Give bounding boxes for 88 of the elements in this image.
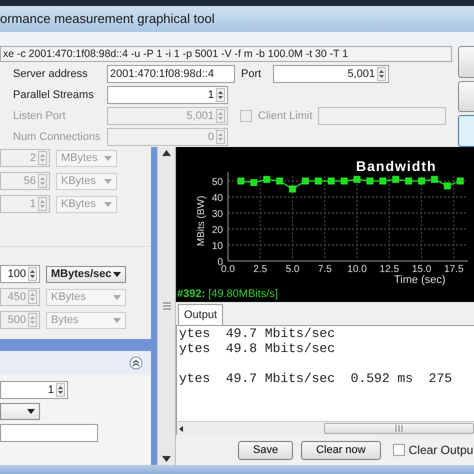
tick-label: 12.5 [380,264,400,275]
scroll-up-icon [162,150,171,156]
save-button[interactable]: Save [238,440,294,460]
grip-icon [395,425,403,432]
caret-icon [104,156,112,160]
tick-label: 40 [212,193,223,204]
caret-icon [27,409,35,414]
tick-label: 10 [212,241,223,252]
caret-icon [104,202,112,206]
output-line: ytes 49.8 Mbits/sec [178,341,336,356]
tick-label: 5.0 [286,264,300,275]
data-point [444,182,451,190]
axis-title: Time (sec) [394,274,446,286]
data-point [340,178,348,184]
field-label: Port [241,66,262,82]
data-point [237,178,244,184]
tick-label: 10.0 [347,264,367,275]
tick-label: 0 [217,257,223,268]
tick-label: 20 [212,225,223,236]
spin-arrows-icon [377,67,386,81]
data-point [328,178,335,184]
text-field[interactable] [318,107,446,125]
number-field[interactable]: 1 [0,381,68,399]
checkbox-label: Client Limit [258,108,312,124]
chart-title: Bandwidth [356,158,437,174]
command-line-field[interactable]: xe -c 2001:470:1f08:98d::4 -u -P 1 -i 1 -p 5001 -V -f m -b 100.0M -t 30 -T 1 [0,46,452,62]
caret-icon [104,178,112,184]
field-label: Num Connections [13,130,101,145]
data-point [366,178,374,184]
data-point [263,176,270,183]
data-point [418,178,426,184]
output-line: ytes 49.7 Mbits/sec 0.592 ms 275 [178,371,454,386]
data-point [314,178,322,184]
number-field[interactable]: 1 [107,86,228,104]
tick-label: 17.5 [444,264,464,275]
spin-arrows-icon [28,267,37,281]
number-field[interactable]: 5,001 [273,65,389,83]
field-label: Parallel Streams [13,88,95,103]
collapse-icon[interactable] [129,356,143,370]
data-point [354,176,361,183]
clear-button[interactable]: Clear now [301,440,381,460]
data-point [302,178,309,184]
field-label: Server address [13,66,89,82]
spin-arrows-icon [28,313,37,327]
window-title: ormance measurement graphical tool [0,10,215,28]
data-point [405,178,412,184]
spin-arrows-icon [56,383,65,397]
output-line: ytes 49.7 Mbits/sec [178,326,336,341]
spin-arrows-icon [28,290,37,304]
data-point [392,176,400,183]
scroll-down-icon [162,456,171,462]
side-button[interactable] [458,80,474,112]
data-point [289,186,296,192]
spin-arrows-icon [216,130,225,144]
checkbox-label: Clear Outpu [408,442,474,459]
tick-label: 7.5 [318,264,332,275]
spin-arrows-icon [216,88,225,102]
spin-arrows-icon [38,174,47,188]
data-point [430,176,438,183]
side-button[interactable] [458,115,474,148]
spin-arrows-icon [38,197,47,211]
caret-icon [113,272,121,276]
status-text: #392: [49.80MBits/s] [176,289,279,300]
dropdown[interactable] [0,403,40,420]
output-tab[interactable]: Output [178,304,224,325]
caret-icon [113,318,121,322]
data-point [250,179,258,186]
number-field[interactable]: 100 [0,265,40,283]
scroll-thumb[interactable] [324,423,474,434]
tick-label: 2.5 [253,264,268,275]
spin-arrows-icon [38,151,47,165]
grip-icon [162,302,170,310]
data-point [456,178,464,184]
checkbox[interactable] [392,444,405,456]
axis-title: MBits (BW) [196,196,207,246]
field-label: Listen Port [13,108,67,124]
data-point [379,178,386,184]
data-point [276,178,284,184]
tick-label: 0.0 [221,264,235,275]
text-field[interactable] [0,424,98,442]
text-field[interactable]: 2001:470:1f08:98d::4 [107,65,235,83]
tick-label: 30 [212,209,223,220]
tick-label: 50 [212,177,223,188]
unit-dropdown[interactable]: MBytes/sec [46,266,126,282]
spin-arrows-icon [216,109,225,123]
side-button[interactable] [458,46,474,78]
tick-label: 15.0 [412,264,432,275]
caret-icon [113,294,121,300]
